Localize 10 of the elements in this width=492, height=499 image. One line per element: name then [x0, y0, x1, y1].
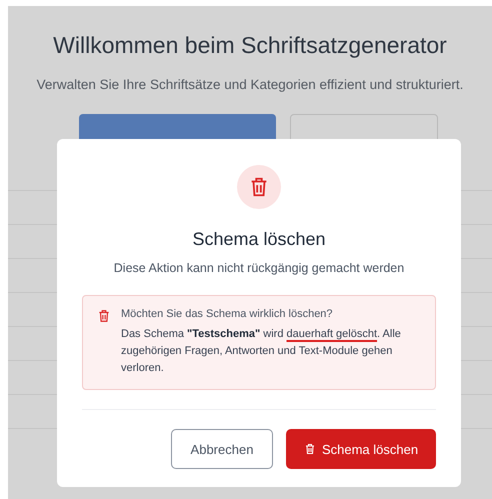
warning-message: Das Schema "Testschema" wird dauerhaft gelöscht. Alle zugehörigen Fragen, Antworten und Text-Module gehen verloren.: [121, 327, 402, 376]
cancel-button[interactable]: Abbrechen: [171, 429, 273, 469]
delete-schema-button[interactable]: Schema löschen: [286, 429, 436, 469]
trash-icon: [97, 309, 111, 323]
page-title: Willkommen beim Schriftsatzgenerator: [52, 32, 448, 59]
warning-question: Möchten Sie das Schema wirklich löschen?: [121, 308, 334, 320]
trash-icon: [304, 443, 316, 455]
page-subtitle: Verwalten Sie Ihre Schriftsätze und Kategorien effizient und strukturiert.: [36, 77, 464, 92]
dialog-subtitle: Diese Aktion kann nicht rückgängig gemacht werden: [114, 261, 404, 275]
dialog-title: Schema löschen: [192, 229, 326, 250]
